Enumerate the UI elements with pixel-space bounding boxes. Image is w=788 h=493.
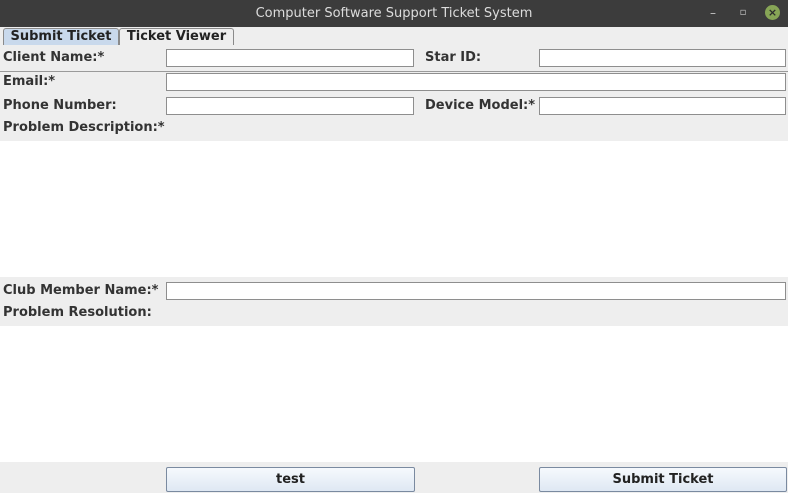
close-icon[interactable]: × xyxy=(765,5,780,20)
problem-description-label: Problem Description:* xyxy=(3,120,165,135)
phone-number-label: Phone Number: xyxy=(3,98,117,113)
star-id-field[interactable] xyxy=(539,49,786,67)
maximize-icon[interactable]: ▫ xyxy=(734,5,752,21)
problem-description-textarea[interactable] xyxy=(0,141,788,277)
device-model-field[interactable] xyxy=(539,97,786,115)
tab-bar: Submit Ticket Ticket Viewer xyxy=(0,27,788,72)
device-model-label: Device Model:* xyxy=(425,98,536,113)
email-label: Email:* xyxy=(3,74,56,89)
window-title: Computer Software Support Ticket System xyxy=(255,6,533,21)
star-id-label: Star ID: xyxy=(425,50,482,65)
email-field[interactable] xyxy=(166,73,786,91)
phone-number-field[interactable] xyxy=(166,97,414,115)
title-bar: Computer Software Support Ticket System … xyxy=(0,0,788,27)
submit-ticket-button[interactable]: Submit Ticket xyxy=(539,467,787,492)
tab-submit-ticket[interactable]: Submit Ticket xyxy=(3,28,119,45)
problem-resolution-label: Problem Resolution: xyxy=(3,305,152,320)
tab-divider xyxy=(0,71,788,72)
problem-resolution-textarea[interactable] xyxy=(0,326,788,462)
tab-ticket-viewer[interactable]: Ticket Viewer xyxy=(119,28,234,45)
club-member-name-label: Club Member Name:* xyxy=(3,283,159,298)
minimize-icon[interactable]: – xyxy=(704,5,722,21)
client-name-label: Client Name:* xyxy=(3,50,105,65)
club-member-name-field[interactable] xyxy=(166,282,786,300)
test-button[interactable]: test xyxy=(166,467,415,492)
client-name-field[interactable] xyxy=(166,49,414,67)
